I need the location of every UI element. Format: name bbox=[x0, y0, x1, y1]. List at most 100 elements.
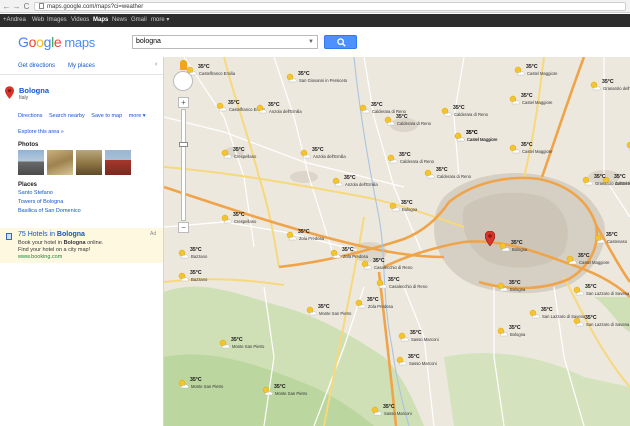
map-canvas[interactable]: 35°C Castelfranco Emilia 35°C San Giovanni … bbox=[164, 57, 630, 426]
weather-marker[interactable]: 35°C Calderara di Reno bbox=[424, 167, 502, 183]
gbar-item[interactable]: Web bbox=[32, 16, 44, 25]
weather-marker[interactable]: 35°C Castenaso bbox=[594, 232, 630, 248]
explore-link[interactable]: Explore this area » bbox=[18, 129, 64, 135]
weather-marker[interactable]: 35°C San Lazzaro di Savena bbox=[573, 315, 630, 331]
address-bar[interactable]: maps.google.com/maps?ci=weather bbox=[34, 2, 626, 11]
gbar-item[interactable]: more ▾ bbox=[151, 16, 169, 25]
weather-temp: 35°C bbox=[298, 229, 310, 235]
save-to-map-link[interactable]: Save to map bbox=[91, 113, 122, 119]
weather-marker[interactable]: 35°C Casalecchio di Reno bbox=[376, 277, 454, 293]
place-link[interactable]: Santo Stefano bbox=[18, 190, 53, 196]
weather-temp: 35°C bbox=[396, 114, 408, 120]
gbar-item[interactable]: Maps bbox=[93, 16, 108, 25]
hotel-ad[interactable]: 75 Hotels in Bologna Ad Book your hotel … bbox=[0, 228, 163, 263]
ad-line-1-c: online. bbox=[87, 240, 104, 246]
weather-marker[interactable]: 35°C Monte San Pietro bbox=[219, 337, 297, 353]
weather-marker[interactable]: 35°CCastel Maggiore bbox=[454, 130, 532, 146]
reload-button[interactable]: C bbox=[22, 2, 31, 11]
weather-temp: 35°C bbox=[606, 232, 618, 238]
place-link[interactable]: Basilica of San Domenico bbox=[18, 208, 81, 214]
weather-marker[interactable]: 35°C Calderara di Reno bbox=[387, 152, 465, 168]
zoom-in-button[interactable]: + bbox=[178, 97, 189, 108]
weather-marker[interactable]: 35°C Calderara di Reno bbox=[441, 105, 519, 121]
weather-temp: 35°C bbox=[466, 130, 478, 136]
search-input[interactable]: bologna ▼ bbox=[132, 35, 318, 49]
weather-marker[interactable]: 35°C Bologna bbox=[497, 280, 575, 296]
weather-marker[interactable]: 35°C Zola Predosa bbox=[355, 297, 433, 313]
more-link[interactable]: more ▾ bbox=[129, 113, 146, 119]
weather-marker[interactable]: 35°C Anzola dell'Emilia bbox=[332, 175, 410, 191]
weather-marker[interactable]: 35°CCastel Maggiore bbox=[566, 253, 630, 269]
ad-line-2: Find your hotel on a city map! bbox=[18, 247, 91, 253]
gbar-item[interactable]: Gmail bbox=[131, 16, 147, 25]
weather-city: Castel Maggiore bbox=[579, 260, 610, 265]
place-actions: Directions Search nearby Save to map mor… bbox=[18, 113, 151, 119]
sunny-cloud-icon bbox=[499, 242, 510, 252]
photo-thumbnail[interactable] bbox=[47, 150, 73, 175]
ad-title[interactable]: 75 Hotels in Bologna bbox=[18, 231, 85, 238]
gbar-item[interactable]: Images bbox=[47, 16, 67, 25]
gbar-item[interactable]: Videos bbox=[71, 16, 89, 25]
weather-city: Bologna bbox=[510, 332, 526, 337]
weather-marker[interactable]: 35°C San Lazzaro di Savena bbox=[573, 284, 630, 300]
weather-marker[interactable]: 35°CCastel Maggiore bbox=[509, 93, 587, 109]
weather-marker[interactable]: 35°C Crespellano bbox=[221, 147, 299, 163]
zoom-slider-handle[interactable] bbox=[179, 142, 188, 147]
back-button[interactable]: ← bbox=[2, 2, 11, 11]
weather-marker[interactable]: 35°C Monte San Pietro bbox=[262, 384, 340, 400]
weather-marker[interactable]: 35°C Bologna bbox=[497, 325, 575, 341]
weather-marker[interactable]: 35°C Sasso Marconi bbox=[371, 404, 449, 420]
get-directions-link[interactable]: Get directions bbox=[18, 63, 55, 69]
weather-city: Anzola dell'Emilia bbox=[313, 154, 346, 159]
weather-marker[interactable]: 35°C Casalecchio di Reno bbox=[361, 258, 439, 274]
ad-line-1-b: Bologna bbox=[63, 240, 86, 246]
weather-marker[interactable]: 35°C Monte San Pietro bbox=[178, 377, 256, 393]
place-title[interactable]: Bologna bbox=[19, 86, 49, 95]
google-maps-logo[interactable]: Google maps bbox=[18, 34, 95, 51]
weather-marker[interactable]: 35°C Crespellano bbox=[221, 212, 299, 228]
weather-marker[interactable]: 35°C Bologna bbox=[389, 200, 467, 216]
weather-city: Sasso Marconi bbox=[411, 337, 439, 342]
photo-thumbnail[interactable] bbox=[18, 150, 44, 175]
weather-marker[interactable]: 35°CGranarolo dell'Emilia bbox=[626, 139, 630, 155]
weather-temp: 35°C bbox=[594, 174, 606, 180]
sunny-cloud-icon bbox=[221, 149, 232, 159]
zoom-slider[interactable] bbox=[181, 109, 186, 221]
search-nearby-link[interactable]: Search nearby bbox=[49, 113, 85, 119]
gbar-item[interactable]: News bbox=[112, 16, 127, 25]
weather-city: Monte San Pietro bbox=[275, 391, 308, 396]
weather-marker[interactable]: 35°C Sasso Marconi bbox=[396, 354, 474, 370]
weather-marker[interactable]: 35°C Bazzano bbox=[178, 270, 256, 286]
pan-control[interactable] bbox=[173, 71, 193, 91]
zoom-out-button[interactable]: − bbox=[178, 222, 189, 233]
sunny-cloud-icon bbox=[497, 327, 508, 337]
my-places-link[interactable]: My places bbox=[68, 63, 95, 69]
collapse-panel-button[interactable]: ‹ bbox=[155, 61, 157, 68]
weather-temp: 35°C bbox=[371, 102, 383, 108]
search-button[interactable] bbox=[324, 35, 357, 49]
weather-marker[interactable]: 35°C Sasso Marconi bbox=[398, 330, 476, 346]
weather-marker[interactable]: 35°C San Giovanni in Persiceto bbox=[286, 71, 364, 87]
weather-marker[interactable]: 35°CCastel Maggiore bbox=[514, 64, 592, 80]
weather-temp: 35°C bbox=[436, 167, 448, 173]
place-link[interactable]: Towers of Bologna bbox=[18, 199, 63, 205]
weather-marker[interactable]: 35°CGranarolo dell'Emilia bbox=[590, 79, 630, 95]
forward-button[interactable]: → bbox=[12, 2, 21, 11]
weather-marker[interactable]: 35°CGranarolo dell'Emilia bbox=[582, 174, 630, 190]
weather-city: Bazzano bbox=[191, 254, 208, 259]
directions-link[interactable]: Directions bbox=[18, 113, 42, 119]
search-dropdown-icon[interactable]: ▼ bbox=[308, 36, 314, 48]
location-pin-icon[interactable] bbox=[485, 231, 495, 246]
weather-marker[interactable]: 35°C Bazzano bbox=[178, 247, 256, 263]
sunny-cloud-icon bbox=[219, 339, 230, 349]
photo-thumbnail[interactable] bbox=[105, 150, 131, 175]
photo-thumbnail[interactable] bbox=[76, 150, 102, 175]
weather-marker[interactable]: 35°C Anzola dell'Emilia bbox=[300, 147, 378, 163]
gbar-item[interactable]: +Andrea bbox=[3, 16, 26, 25]
weather-marker[interactable]: 35°C Anzola dell'Emilia bbox=[256, 102, 334, 118]
ad-url[interactable]: www.booking.com bbox=[18, 254, 62, 260]
weather-marker[interactable]: 35°C Castelfranco Emilia bbox=[186, 64, 264, 80]
pegman-icon[interactable] bbox=[180, 60, 187, 70]
weather-marker[interactable]: 35°C Zola Predosa bbox=[286, 229, 364, 245]
weather-temp: 35°C bbox=[401, 200, 413, 206]
